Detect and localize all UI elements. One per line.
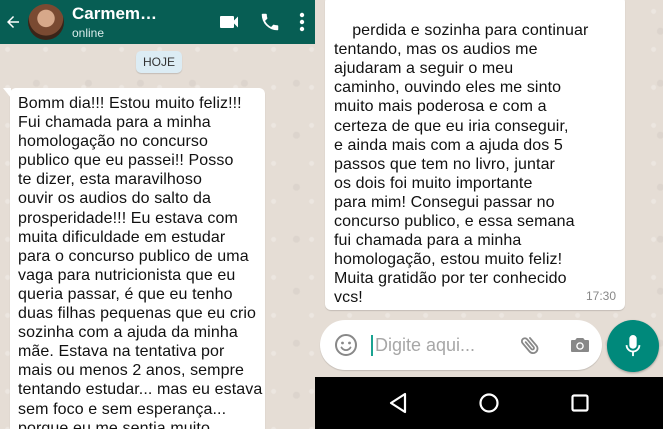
- incoming-message-continued[interactable]: perdida e sozinha para continuar tentand…: [325, 0, 625, 310]
- android-nav-bar: [315, 377, 663, 429]
- date-divider: HOJE: [136, 51, 182, 73]
- incoming-message[interactable]: Bomm dia!!! Estou muito feliz!!! Fui cha…: [3, 88, 265, 429]
- contact-name: Carmem…: [72, 5, 158, 22]
- left-chat-panel: Carmem… online HOJE Bomm dia!!! Estou mu…: [0, 0, 315, 429]
- text-cursor: [371, 335, 373, 356]
- message-input[interactable]: [375, 332, 515, 358]
- voice-record-button[interactable]: [607, 320, 659, 372]
- more-vert-icon: [299, 12, 305, 32]
- back-button[interactable]: [0, 0, 26, 44]
- nav-back-triangle-icon: [390, 392, 407, 414]
- emoji-icon[interactable]: [334, 333, 358, 357]
- nav-home-circle-icon: [479, 393, 499, 413]
- chat-header: Carmem… online: [0, 0, 315, 44]
- message-timestamp: 17:30: [585, 288, 616, 303]
- paperclip-icon[interactable]: [518, 333, 542, 357]
- video-call-button[interactable]: [217, 10, 241, 34]
- contact-info[interactable]: Carmem… online: [72, 5, 192, 39]
- arrow-left-icon: [7, 16, 19, 28]
- phone-icon: [261, 13, 279, 31]
- nav-home-button[interactable]: [474, 388, 504, 418]
- voice-call-button[interactable]: [259, 11, 281, 33]
- microphone-icon: [625, 335, 641, 357]
- right-chat-panel: perdida e sozinha para continuar tentand…: [315, 0, 663, 429]
- message-composer: [320, 320, 602, 370]
- contact-status: online: [72, 26, 105, 40]
- camera-icon[interactable]: [568, 333, 592, 357]
- video-camera-icon: [220, 16, 238, 28]
- avatar[interactable]: [28, 4, 64, 40]
- nav-recents-square-icon: [571, 394, 589, 412]
- nav-back-button[interactable]: [383, 388, 413, 418]
- menu-button[interactable]: [299, 12, 305, 32]
- nav-recents-button[interactable]: [565, 388, 595, 418]
- message-text: perdida e sozinha para continuar tentand…: [334, 22, 589, 307]
